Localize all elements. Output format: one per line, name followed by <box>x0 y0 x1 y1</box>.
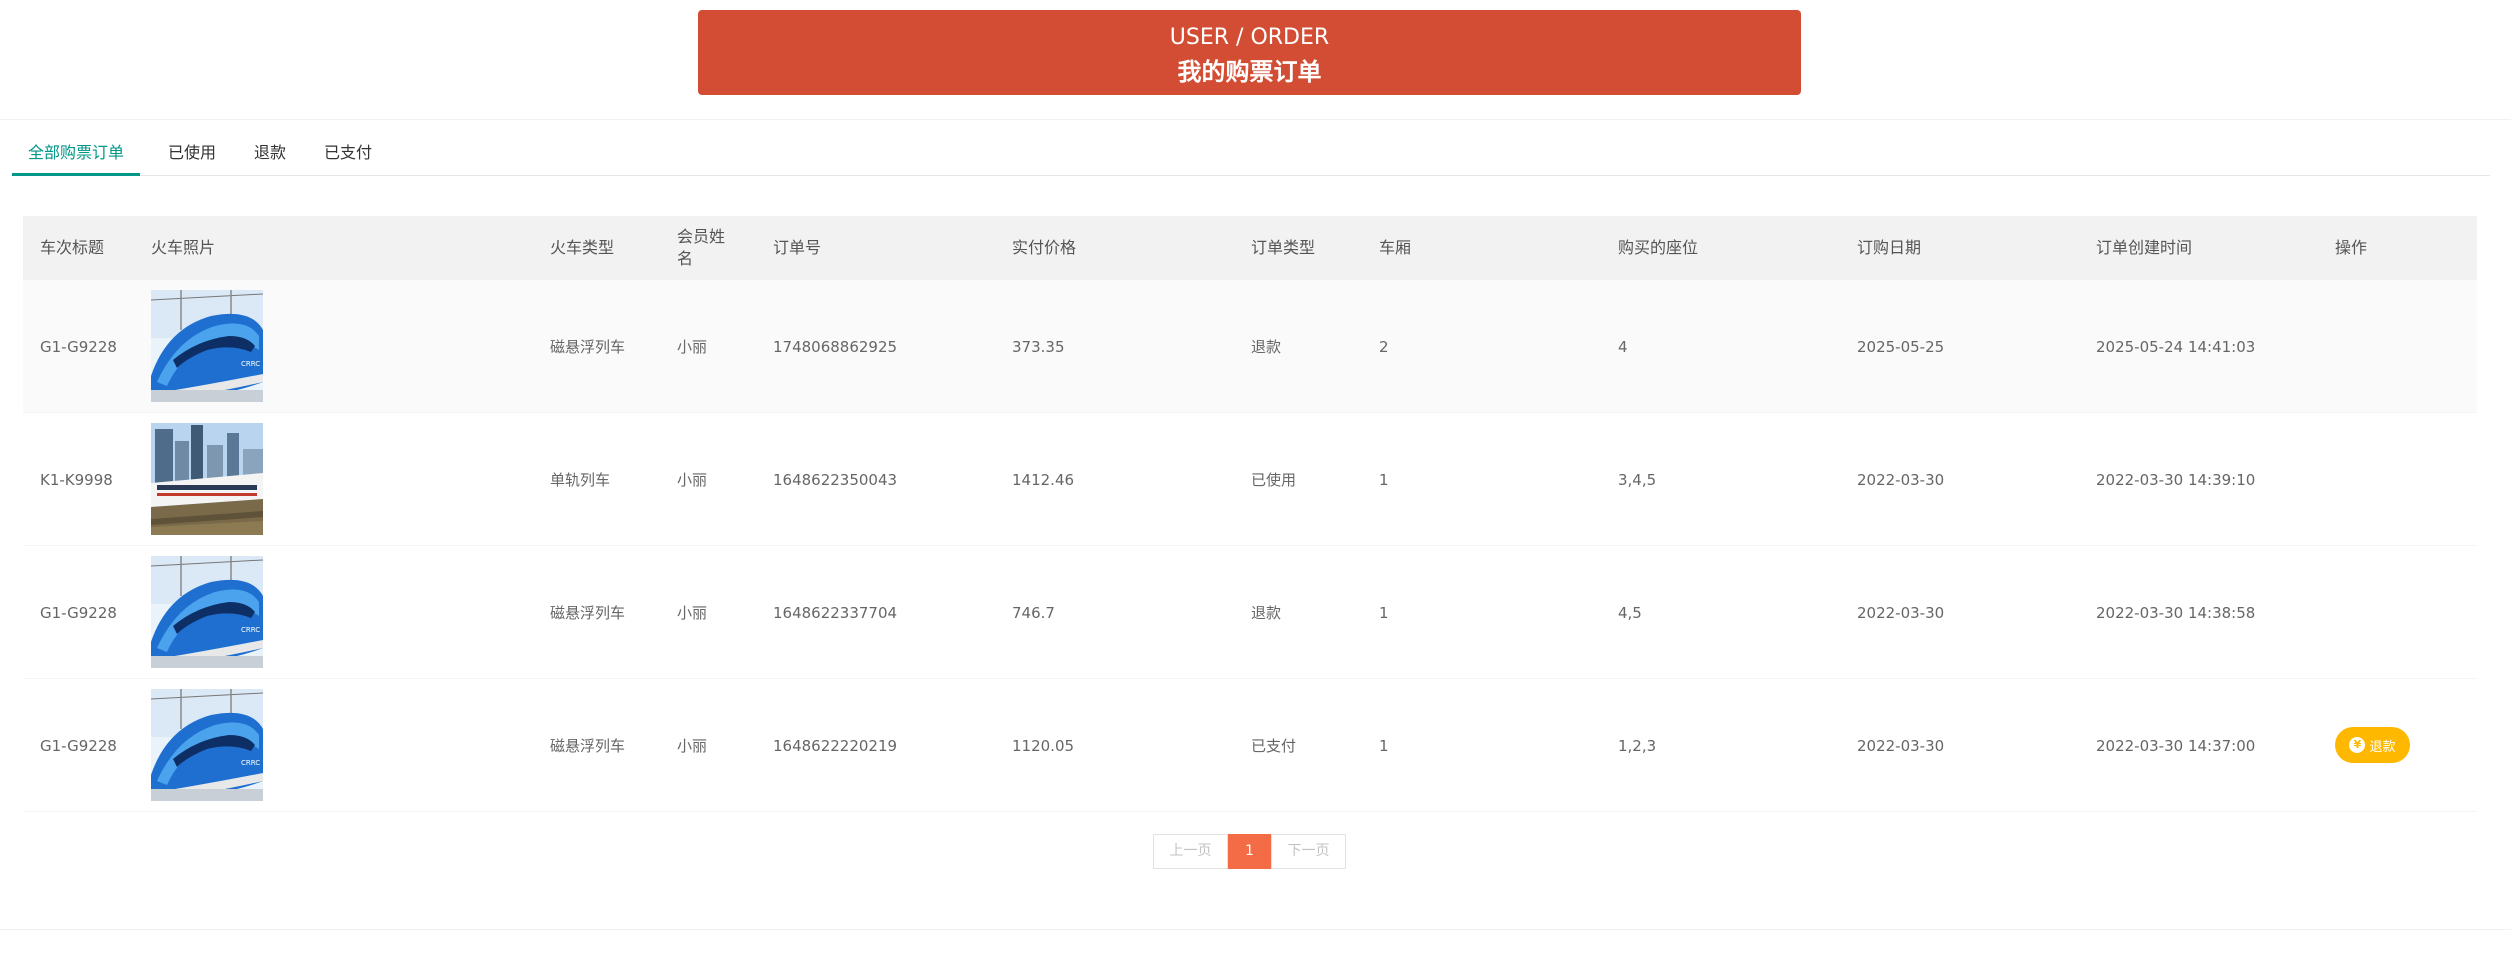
cell-member-name: 小丽 <box>677 471 708 489</box>
banner-title-zh: 我的购票订单 <box>1177 58 1322 86</box>
cell-train-title: G1-G9228 <box>40 736 117 755</box>
header-seats: 购买的座位 <box>1618 238 1699 257</box>
cell-carriage: 2 <box>1379 337 1389 356</box>
cell-order-date: 2022-03-30 <box>1857 736 1945 755</box>
yen-coin-icon: ¥ <box>2349 737 2366 753</box>
cell-train-type: 磁悬浮列车 <box>550 737 626 755</box>
header-train-title: 车次标题 <box>40 238 105 257</box>
cell-carriage: 1 <box>1379 470 1389 489</box>
cell-created-time: 2025-05-24 14:41:03 <box>2096 337 2256 356</box>
cell-order-type: 退款 <box>1251 604 1282 622</box>
cell-order-no: 1648622350043 <box>773 470 898 489</box>
cell-order-no: 1648622337704 <box>773 603 898 622</box>
tab-refund[interactable]: 退款 <box>237 136 303 176</box>
tab-all-orders[interactable]: 全部购票订单 <box>12 136 140 176</box>
refund-button-label: 退款 <box>2369 739 2396 755</box>
cell-train-type: 磁悬浮列车 <box>550 604 626 622</box>
header-order-date: 订购日期 <box>1857 238 1922 257</box>
train-photo <box>151 556 263 668</box>
cell-created-time: 2022-03-30 14:37:00 <box>2096 736 2256 755</box>
cell-order-no: 1648622220219 <box>773 736 898 755</box>
divider <box>0 929 2511 930</box>
cell-carriage: 1 <box>1379 603 1389 622</box>
tab-used[interactable]: 已使用 <box>149 136 235 176</box>
pagination: 上一页 1 下一页 <box>1153 834 1346 869</box>
cell-paid-price: 1120.05 <box>1012 736 1075 755</box>
cell-paid-price: 746.7 <box>1012 603 1055 622</box>
table-row: K1-K9998 单轨列车 小丽 1648622350043 1412.46 已… <box>23 413 2477 546</box>
current-page-button[interactable]: 1 <box>1228 834 1271 869</box>
table-header: 车次标题 火车照片 火车类型 会员姓名 订单号 实付价格 订单类型 车厢 购买的… <box>23 216 2477 280</box>
header-actions: 操作 <box>2335 238 2368 257</box>
cell-train-title: K1-K9998 <box>40 470 113 489</box>
prev-page-button[interactable]: 上一页 <box>1153 834 1228 869</box>
cell-paid-price: 1412.46 <box>1012 470 1075 489</box>
cell-created-time: 2022-03-30 14:39:10 <box>2096 470 2256 489</box>
cell-train-title: G1-G9228 <box>40 603 117 622</box>
cell-member-name: 小丽 <box>677 338 708 356</box>
header-created-time: 订单创建时间 <box>2096 238 2193 257</box>
cell-train-title: G1-G9228 <box>40 337 117 356</box>
cell-paid-price: 373.35 <box>1012 337 1065 356</box>
banner-title-en: USER / ORDER <box>1169 25 1330 50</box>
next-page-button[interactable]: 下一页 <box>1271 834 1346 869</box>
table-row: G1-G9228 磁悬浮列车 小丽 1748068862925 373.35 退… <box>23 280 2477 413</box>
cell-member-name: 小丽 <box>677 604 708 622</box>
cell-order-type: 已使用 <box>1251 471 1297 489</box>
header-train-type: 火车类型 <box>550 238 615 257</box>
header-carriage: 车厢 <box>1379 238 1412 257</box>
cell-order-type: 已支付 <box>1251 737 1297 755</box>
train-photo <box>151 290 263 402</box>
train-photo <box>151 423 263 535</box>
header-order-no: 订单号 <box>773 238 822 257</box>
cell-order-date: 2025-05-25 <box>1857 337 1945 356</box>
cell-member-name: 小丽 <box>677 737 708 755</box>
header-train-photo: 火车照片 <box>151 238 216 257</box>
cell-seats: 1,2,3 <box>1618 736 1657 755</box>
tab-paid[interactable]: 已支付 <box>305 136 391 176</box>
cell-seats: 4 <box>1618 337 1628 356</box>
divider <box>0 119 2511 120</box>
cell-carriage: 1 <box>1379 736 1389 755</box>
table-row: G1-G9228 磁悬浮列车 小丽 1648622220219 1120.05 … <box>23 679 2477 812</box>
cell-order-no: 1748068862925 <box>773 337 898 356</box>
header-member-name: 会员姓名 <box>677 227 726 268</box>
page-banner: USER / ORDER 我的购票订单 <box>698 10 1801 95</box>
table-row: G1-G9228 磁悬浮列车 小丽 1648622337704 746.7 退款… <box>23 546 2477 679</box>
cell-seats: 4,5 <box>1618 603 1642 622</box>
cell-order-date: 2022-03-30 <box>1857 470 1945 489</box>
cell-order-type: 退款 <box>1251 338 1282 356</box>
cell-train-type: 磁悬浮列车 <box>550 338 626 356</box>
header-order-type: 订单类型 <box>1251 238 1316 257</box>
cell-seats: 3,4,5 <box>1618 470 1657 489</box>
refund-button[interactable]: ¥ 退款 <box>2335 727 2410 763</box>
cell-order-date: 2022-03-30 <box>1857 603 1945 622</box>
cell-train-type: 单轨列车 <box>550 471 611 489</box>
cell-created-time: 2022-03-30 14:38:58 <box>2096 603 2256 622</box>
train-photo <box>151 689 263 801</box>
order-tabs: 全部购票订单 已使用 退款 已支付 <box>12 136 2490 176</box>
header-paid-price: 实付价格 <box>1012 238 1077 257</box>
